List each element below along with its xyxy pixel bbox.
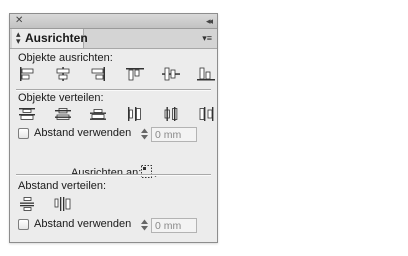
align-horizontal-centers-icon[interactable] <box>54 67 72 81</box>
use-spacing-checkbox-2[interactable] <box>18 219 29 230</box>
align-bottom-edges-icon[interactable] <box>197 67 215 81</box>
distribute-objects-title: Objekte verteilen: <box>18 92 104 104</box>
spacing-value-field[interactable]: 0 mm <box>151 127 197 142</box>
align-right-edges-icon[interactable] <box>89 67 107 81</box>
use-spacing-label: Abstand verwenden <box>34 127 132 139</box>
panel-menu-icon[interactable]: ▾≡ <box>202 34 212 43</box>
spacing-stepper-icon-2[interactable] <box>140 218 149 232</box>
spacing-value-field-2[interactable]: 0 mm <box>151 218 197 233</box>
align-to-selection-icon[interactable] <box>140 164 160 180</box>
tab-updown-arrows-icon[interactable]: ▴ ▾ <box>16 30 21 46</box>
align-top-edges-icon[interactable] <box>126 67 144 81</box>
distribute-top-edges-icon[interactable] <box>18 107 36 121</box>
section-divider <box>16 89 211 91</box>
align-vertical-centers-icon[interactable] <box>162 67 180 81</box>
align-left-edges-icon[interactable] <box>18 67 36 81</box>
use-spacing-label-2: Abstand verwenden <box>34 218 132 230</box>
distribute-horizontal-centers-icon[interactable] <box>162 107 180 121</box>
distribute-spacing-title: Abstand verteilen: <box>18 180 107 192</box>
tab-label: Ausrichten <box>25 31 88 45</box>
close-icon[interactable]: ✕ <box>15 14 23 28</box>
distribute-bottom-edges-icon[interactable] <box>89 107 107 121</box>
section-divider <box>16 174 211 176</box>
distribute-vertical-centers-icon[interactable] <box>54 107 72 121</box>
panel-titlebar: ✕ ◂◂ <box>10 14 217 29</box>
distribute-horizontal-space-icon[interactable] <box>54 197 72 211</box>
panel-tab-row: ▴ ▾ Ausrichten ▾≡ <box>10 29 217 49</box>
distribute-right-edges-icon[interactable] <box>197 107 215 121</box>
align-objects-title: Objekte ausrichten: <box>18 52 113 64</box>
tab-ausrichten[interactable]: ▴ ▾ Ausrichten <box>12 29 88 48</box>
spacing-stepper-icon[interactable] <box>140 127 149 141</box>
distribute-left-edges-icon[interactable] <box>126 107 144 121</box>
align-to-label: Ausrichten an: <box>71 167 142 179</box>
use-spacing-checkbox[interactable] <box>18 128 29 139</box>
distribute-vertical-space-icon[interactable] <box>18 197 36 211</box>
align-panel: ✕ ◂◂ ▴ ▾ Ausrichten ▾≡ Objekte ausrichten… <box>9 13 218 243</box>
collapse-double-arrow-icon[interactable]: ◂◂ <box>206 14 213 28</box>
